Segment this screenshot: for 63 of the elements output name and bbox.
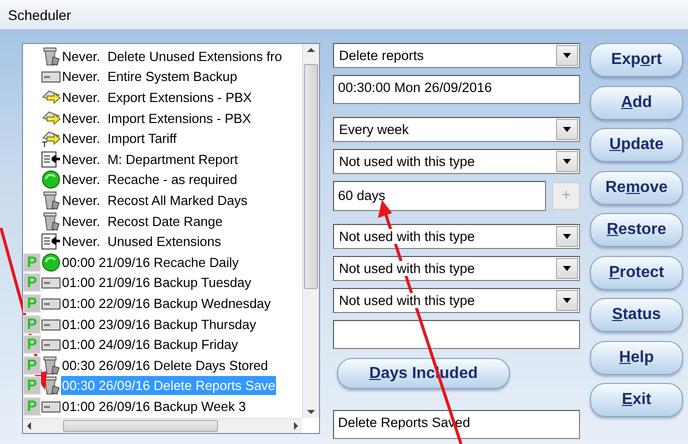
schedule-item[interactable]: 00:30 26/09/16 Delete Days Stored xyxy=(61,356,270,375)
text-field[interactable] xyxy=(333,320,580,349)
dropdown-field[interactable]: Not used with this type xyxy=(333,256,580,281)
schedule-item[interactable]: Never. Unused Extensions xyxy=(61,232,222,252)
arrow-icon xyxy=(41,108,61,128)
action-button[interactable]: Status xyxy=(590,298,683,332)
action-button[interactable]: Protect xyxy=(590,256,683,290)
protected-flag: P xyxy=(23,252,41,272)
text-field[interactable]: 60 days xyxy=(333,181,546,211)
schedule-item[interactable]: Never. Export Extensions - PBX xyxy=(61,88,253,107)
schedule-item[interactable]: Never. Entire System Backup xyxy=(61,67,238,86)
dropdown-field[interactable]: Not used with this type xyxy=(333,224,580,249)
action-button[interactable]: Exit xyxy=(590,383,683,417)
vertical-scrollbar[interactable] xyxy=(302,44,319,418)
bin-icon xyxy=(41,46,61,66)
refresh-icon xyxy=(41,252,61,272)
scroll-right-icon[interactable] xyxy=(294,422,298,430)
scroll-down-icon[interactable] xyxy=(307,410,315,414)
bin-icon xyxy=(41,356,61,375)
action-button[interactable]: Help xyxy=(590,340,683,374)
bin-icon xyxy=(41,190,61,210)
schedule-item[interactable]: Never. Import Tariff xyxy=(61,129,178,148)
schedule-item[interactable]: Never. Import Extensions - PBX xyxy=(61,108,252,128)
action-button[interactable]: Remove xyxy=(590,170,683,204)
dropdown-field[interactable]: Every week xyxy=(333,117,580,142)
report-icon xyxy=(41,150,61,169)
action-button[interactable]: Export xyxy=(590,43,683,77)
schedule-item[interactable]: 01:00 22/09/16 Backup Wednesday xyxy=(61,294,272,313)
protected-flag: P xyxy=(23,314,41,334)
arrow-icon xyxy=(41,88,61,107)
protected-flag: P xyxy=(23,376,41,396)
dropdown-field[interactable]: Not used with this type xyxy=(333,149,580,174)
schedule-item[interactable]: 01:00 26/09/16 Backup Week 3 xyxy=(61,396,247,416)
scroll-left-icon[interactable] xyxy=(27,422,31,430)
schedule-item[interactable]: Never. Recost Date Range xyxy=(61,212,224,231)
scroll-up-icon[interactable] xyxy=(307,48,315,52)
protected-flag: P xyxy=(23,396,41,416)
schedule-item[interactable]: 01:00 23/09/16 Backup Thursday xyxy=(61,314,258,334)
action-button[interactable]: Update xyxy=(590,128,683,162)
report-icon xyxy=(41,232,61,252)
schedule-item[interactable]: 01:00 21/09/16 Backup Tuesday xyxy=(61,273,252,292)
protected-flag: P xyxy=(23,273,41,292)
protected-flag: P xyxy=(23,294,41,313)
protected-flag: P xyxy=(23,335,41,354)
schedule-item[interactable]: 01:00 24/09/16 Backup Friday xyxy=(61,335,239,354)
schedule-item[interactable]: Never. Delete Unused Extensions fro xyxy=(61,46,283,66)
scroll-thumb[interactable] xyxy=(304,64,318,289)
schedule-item[interactable]: 00:00 21/09/16 Recache Daily xyxy=(61,252,240,272)
schedule-item[interactable]: Never. Recache - as required xyxy=(61,170,238,190)
horizontal-scrollbar[interactable] xyxy=(23,418,302,433)
arrow-icon xyxy=(41,129,61,148)
text-field[interactable]: 00:30:00 Mon 26/09/2016 xyxy=(333,75,580,104)
window-title: Scheduler xyxy=(0,0,688,30)
scroll-thumb[interactable] xyxy=(63,420,218,432)
protected-flag: P xyxy=(23,356,41,375)
schedule-item[interactable]: Never. M: Department Report xyxy=(61,150,239,169)
bin-icon xyxy=(41,212,61,231)
refresh-icon xyxy=(41,170,61,190)
schedule-item[interactable]: Never. Recost All Marked Days xyxy=(61,190,248,210)
dropdown-field[interactable]: Delete reports xyxy=(333,43,580,68)
action-button[interactable]: Add xyxy=(590,86,683,120)
action-button[interactable]: Restore xyxy=(590,213,683,247)
dropdown-field[interactable]: Not used with this type xyxy=(333,288,580,313)
